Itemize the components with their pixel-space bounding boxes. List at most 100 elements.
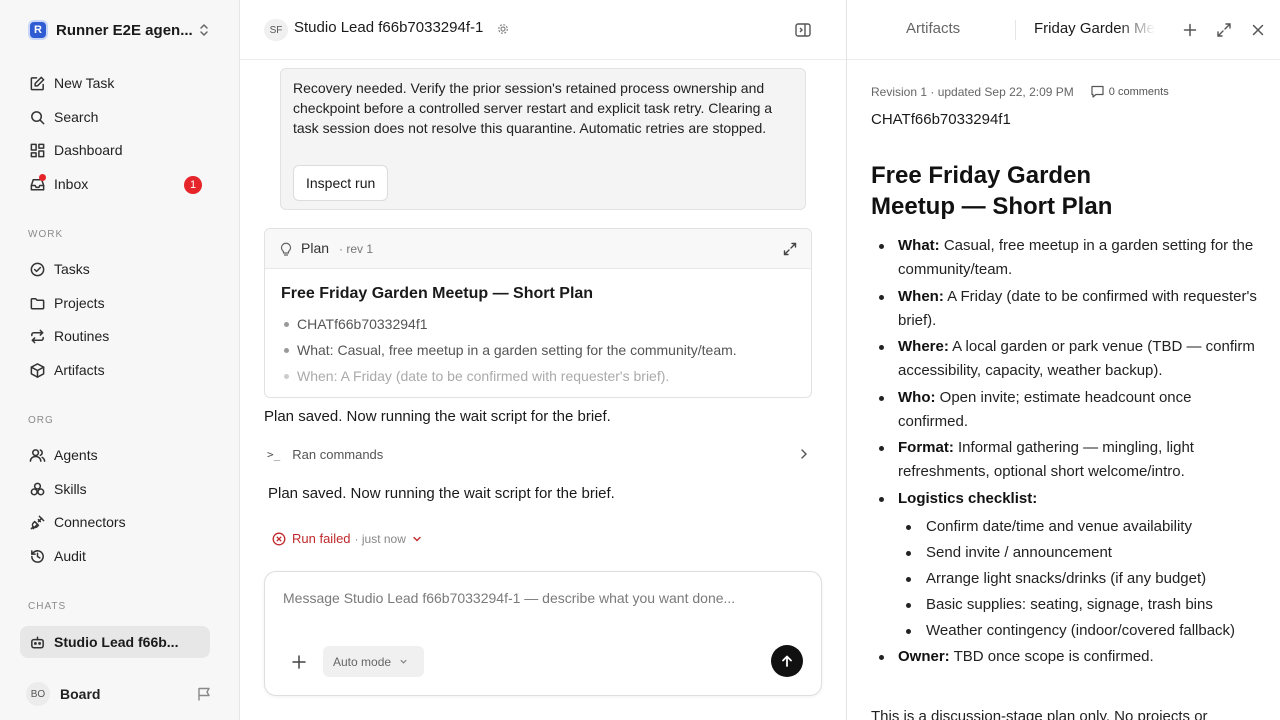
plus-icon[interactable]: [1181, 21, 1199, 39]
item-key: Where:: [898, 338, 949, 355]
list-item: Logistics checklist: Confirm date/time a…: [871, 487, 1261, 643]
plan-list: CHATf66b7033294f1 What: Casual, free mee…: [281, 311, 801, 389]
sidebar-item-label: Connectors: [54, 514, 126, 530]
flag-icon[interactable]: [196, 686, 212, 702]
logistics-checklist: Confirm date/time and venue availability…: [898, 515, 1261, 643]
checklist-item: Arrange light snacks/drinks (if any budg…: [898, 567, 1261, 591]
message-input[interactable]: [283, 590, 803, 606]
plan-revision: · rev 1: [339, 242, 374, 256]
plan-label: Plan: [301, 240, 330, 256]
recovery-notice: Recovery needed. Verify the prior sessio…: [280, 68, 806, 210]
sidebar-item-connectors[interactable]: Connectors: [20, 507, 210, 537]
terminal-icon: >_: [267, 447, 281, 461]
message-composer: Auto mode: [264, 571, 822, 696]
revision-info: Revision 1 · updated Sep 22, 2:09 PM: [871, 84, 1074, 99]
sidebar-item-label: Projects: [54, 295, 105, 311]
inspect-run-button[interactable]: Inspect run: [293, 165, 389, 201]
item-key: Who:: [898, 388, 936, 406]
sidebar-item-label: Skills: [54, 481, 87, 497]
sidebar-item-dashboard[interactable]: Dashboard: [20, 135, 210, 165]
sidebar-item-skills[interactable]: Skills: [20, 474, 210, 504]
section-label-chats: CHATS: [28, 601, 67, 612]
sidebar-item-label: New Task: [54, 75, 115, 91]
list-item: When: A Friday (date to be confirmed wit…: [871, 285, 1261, 333]
sidebar-item-audit[interactable]: Audit: [20, 541, 210, 571]
dashboard-icon: [28, 141, 46, 159]
chevron-updown-icon: [200, 24, 208, 36]
mode-select[interactable]: Auto mode: [323, 646, 424, 677]
sidebar-item-inbox[interactable]: Inbox 1: [20, 169, 210, 199]
assistant-message: Plan saved. Now running the wait script …: [268, 485, 615, 502]
arrow-up-icon: [782, 655, 792, 667]
sidebar-item-projects[interactable]: Projects: [20, 288, 210, 318]
box-icon: [28, 361, 46, 379]
item-key: Owner:: [898, 648, 950, 665]
item-text: TBD once scope is confirmed.: [949, 648, 1154, 665]
sidebar-item-new-task[interactable]: New Task: [20, 68, 210, 98]
checklist-item: Basic supplies: seating, signage, trash …: [898, 593, 1261, 617]
plug-icon: [28, 513, 46, 531]
run-status[interactable]: Run failed · just now: [272, 531, 422, 546]
expand-icon[interactable]: [782, 241, 798, 257]
chat-main: SF Studio Lead f66b7033294f-1 Recovery n…: [240, 0, 847, 720]
gear-icon[interactable]: [497, 23, 509, 35]
check-circle-icon: [28, 260, 46, 278]
close-icon[interactable]: [1249, 21, 1267, 39]
assistant-message: Plan saved. Now running the wait script …: [264, 408, 611, 425]
comment-icon[interactable]: [1090, 84, 1105, 99]
folder-icon: [28, 294, 46, 312]
artifact-id: CHATf66b7033294f1: [871, 111, 1011, 128]
list-item: CHATf66b7033294f1: [281, 311, 801, 337]
sidebar-item-label: Dashboard: [54, 142, 123, 158]
maximize-icon[interactable]: [1215, 21, 1233, 39]
skills-icon: [28, 480, 46, 498]
workspace-switcher[interactable]: R Runner E2E agen...: [20, 16, 220, 44]
ran-commands-label: Ran commands: [292, 446, 384, 462]
chat-header: SF Studio Lead f66b7033294f-1: [240, 0, 846, 60]
panel-tabs: Artifacts Friday Garden Meetup: [847, 0, 1280, 60]
list-item: What: Casual, free meetup in a garden se…: [281, 337, 801, 363]
bot-icon: [28, 633, 46, 651]
section-label-work: WORK: [28, 229, 64, 240]
sidebar-item-chat-studio-lead[interactable]: Studio Lead f66b...: [20, 626, 210, 658]
new-task-icon: [28, 74, 46, 92]
list-item: Who: Open invite; estimate headcount onc…: [871, 386, 1261, 434]
item-key: When:: [898, 287, 944, 305]
plus-icon[interactable]: [289, 652, 309, 672]
chevron-right-icon: [801, 449, 807, 459]
sidebar-item-label: Studio Lead f66b...: [54, 634, 179, 650]
tab-friday-garden-meetup[interactable]: Friday Garden Meetup: [1034, 20, 1155, 37]
sidebar-item-tasks[interactable]: Tasks: [20, 254, 210, 284]
sidebar-item-routines[interactable]: Routines: [20, 321, 210, 351]
plan-card-body: Free Friday Garden Meetup — Short Plan C…: [281, 285, 801, 389]
run-status-time: · just now: [354, 531, 406, 546]
history-icon: [28, 547, 46, 565]
artifact-title: Free Friday Garden Meetup — Short Plan: [871, 162, 1113, 220]
sidebar-item-search[interactable]: Search: [20, 102, 210, 132]
search-icon: [28, 108, 46, 126]
sidebar-item-label: Agents: [54, 447, 98, 463]
send-button[interactable]: [771, 645, 803, 677]
item-key: Format:: [898, 439, 954, 456]
toggle-panel-icon[interactable]: [794, 21, 812, 39]
workspace-name: Runner E2E agen...: [56, 21, 193, 39]
sidebar-item-artifacts[interactable]: Artifacts: [20, 355, 210, 385]
sidebar-item-label: Artifacts: [54, 362, 105, 378]
comments-count[interactable]: 0 comments: [1109, 86, 1169, 98]
tab-artifacts[interactable]: Artifacts: [906, 20, 960, 37]
users-icon: [28, 446, 46, 464]
list-item: Format: Informal gathering — mingling, l…: [871, 436, 1261, 484]
ran-commands-toggle[interactable]: >_ Ran commands: [264, 444, 812, 464]
sidebar-item-label: Inbox: [54, 176, 89, 192]
sidebar-item-label: Audit: [54, 548, 86, 564]
run-status-label: Run failed: [292, 531, 351, 546]
error-circle-icon: [272, 532, 286, 545]
artifact-meta: Revision 1 · updated Sep 22, 2:09 PM 0 c…: [871, 84, 1169, 99]
plan-title: Free Friday Garden Meetup — Short Plan: [281, 285, 594, 302]
tab-divider: [1015, 20, 1016, 40]
user-menu[interactable]: BO Board: [20, 680, 220, 708]
sidebar-item-agents[interactable]: Agents: [20, 440, 210, 470]
checklist-item: Confirm date/time and venue availability: [898, 515, 1261, 539]
item-key: What:: [898, 237, 940, 254]
item-text: A Friday (date to be confirmed with requ…: [898, 287, 1257, 329]
